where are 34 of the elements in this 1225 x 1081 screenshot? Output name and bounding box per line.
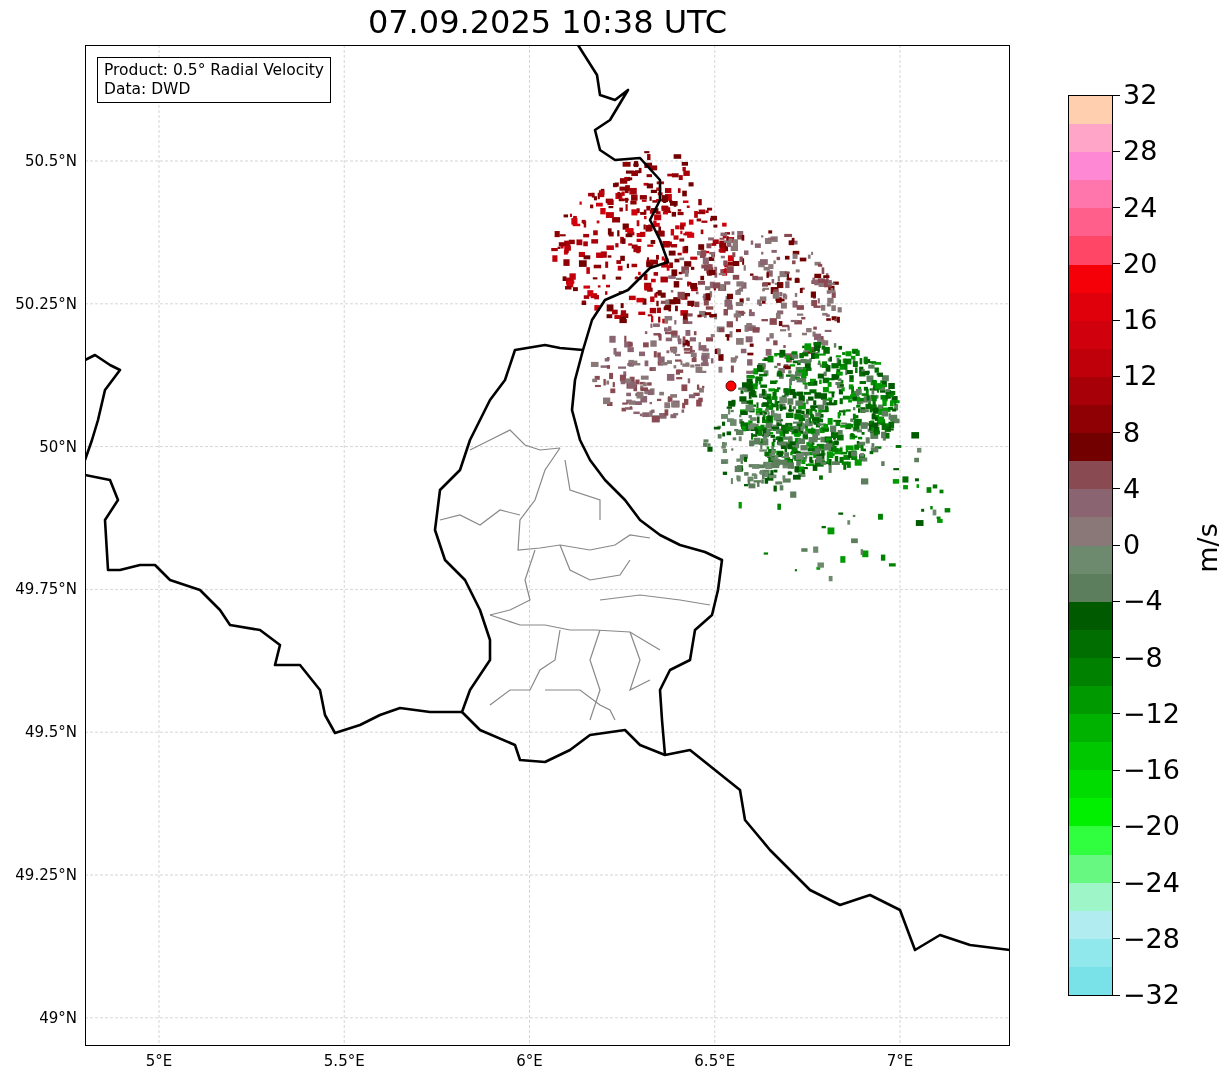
- longitude-tick-label: 6°E: [516, 1052, 543, 1070]
- colorbar-tick-label: 4: [1123, 473, 1141, 504]
- colorbar-tick-label: −8: [1123, 642, 1163, 673]
- latitude-tick-label: 50°N: [39, 437, 77, 456]
- colorbar-tick-label: 24: [1123, 192, 1158, 223]
- longitude-tick-label: 5.5°E: [323, 1052, 365, 1070]
- colorbar-tick-label: −28: [1123, 923, 1180, 954]
- radar-site-marker: [725, 380, 737, 392]
- plot-title: 07.09.2025 10:38 UTC: [366, 2, 729, 43]
- colorbar-tick-label: 8: [1123, 417, 1141, 448]
- colorbar-tick-label: 28: [1123, 136, 1158, 167]
- info-text: Data: DWD: [104, 80, 192, 99]
- latitude-tick-label: 49.25°N: [15, 866, 77, 884]
- info-text: Product: 0.5° Radial Velocity: [104, 61, 324, 80]
- latitude-tick-label: 49.5°N: [24, 723, 77, 742]
- colorbar-tick-label: −12: [1123, 698, 1180, 729]
- latitude-tick-label: 49°N: [39, 1008, 77, 1027]
- colorbar-tick-label: 12: [1123, 361, 1158, 392]
- colorbar-tick-label: −24: [1123, 867, 1180, 898]
- colorbar-unit-label: m/s: [1192, 523, 1223, 573]
- colorbar-tick-label: 32: [1123, 80, 1158, 110]
- longitude-tick-label: 6.5°E: [694, 1052, 736, 1070]
- latitude-tick-label: 50.5°N: [24, 152, 77, 170]
- colorbar-tick-label: 0: [1123, 530, 1141, 560]
- colorbar-tick-label: 20: [1123, 248, 1158, 279]
- colorbar-tick-label: −4: [1123, 586, 1163, 617]
- colorbar-tick-label: −16: [1123, 755, 1180, 785]
- colorbar-tick-label: −20: [1123, 811, 1180, 842]
- colorbar-tick-label: 16: [1123, 305, 1158, 335]
- latitude-tick-label: 49.75°N: [15, 580, 77, 599]
- longitude-tick-label: 7°E: [886, 1052, 914, 1070]
- latitude-tick-label: 50.25°N: [15, 294, 77, 313]
- longitude-tick-label: 5°E: [145, 1052, 173, 1070]
- colorbar-tick-label: −32: [1123, 980, 1180, 1010]
